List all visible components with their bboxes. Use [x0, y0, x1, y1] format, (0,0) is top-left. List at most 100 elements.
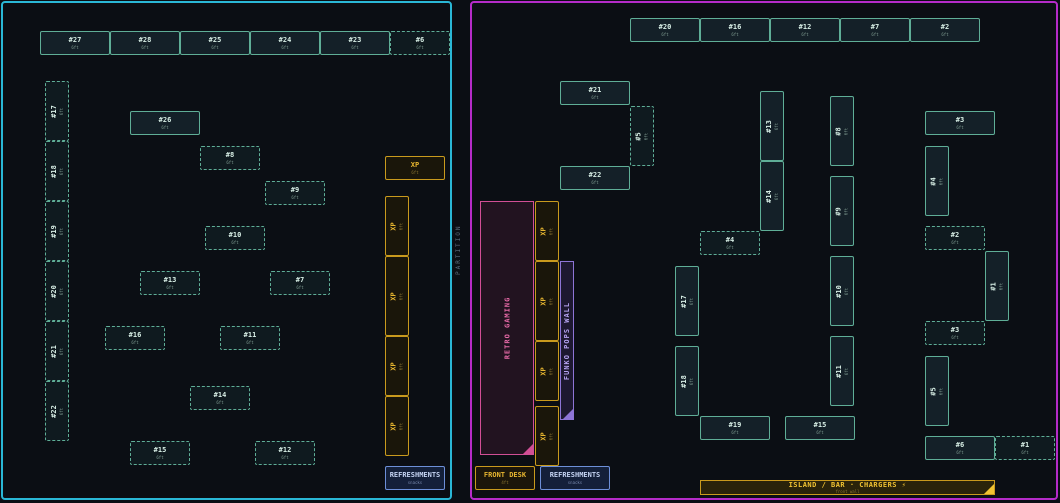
table-number: #1: [1020, 440, 1030, 449]
table-3-b[interactable]: #3 6ft: [925, 321, 985, 345]
resize-handle-icon[interactable]: [523, 444, 533, 454]
table-20[interactable]: #20 6ft: [630, 18, 700, 42]
table-3[interactable]: #3 6ft: [925, 111, 995, 135]
table-10[interactable]: #10 6ft: [205, 226, 265, 250]
table-8[interactable]: #8 6ft: [830, 96, 854, 166]
xp-size: 6ft: [548, 227, 554, 235]
table-size: 6ft: [688, 297, 694, 305]
retro-gaming-zone[interactable]: RETRO GAMING: [480, 201, 534, 455]
table-27[interactable]: #27 6ft: [40, 31, 110, 55]
table-size: 6ft: [141, 44, 149, 50]
table-26[interactable]: #26 6ft: [130, 111, 200, 135]
xp-station[interactable]: XP 6ft: [385, 156, 445, 180]
table-size: 6ft: [941, 31, 949, 37]
table-7[interactable]: #7 6ft: [270, 271, 330, 295]
table-number: #13: [163, 275, 177, 284]
table-5-vertical[interactable]: #5 6ft: [630, 106, 654, 166]
table-14[interactable]: #14 6ft: [760, 161, 784, 231]
table-16[interactable]: #16 6ft: [700, 18, 770, 42]
table-size: 6ft: [71, 44, 79, 50]
table-9[interactable]: #9 6ft: [830, 176, 854, 246]
table-size: 6ft: [938, 177, 944, 185]
refreshments-right[interactable]: REFRESHMENTS snacks: [540, 466, 610, 490]
table-2-b[interactable]: #2 6ft: [925, 226, 985, 250]
table-number: #16: [728, 22, 742, 31]
table-22[interactable]: #22 6ft: [560, 166, 630, 190]
table-7[interactable]: #7 6ft: [840, 18, 910, 42]
table-19[interactable]: #19 6ft: [45, 201, 69, 261]
table-size: 6ft: [281, 454, 289, 460]
table-11[interactable]: #11 6ft: [830, 336, 854, 406]
table-12[interactable]: #12 6ft: [770, 18, 840, 42]
front-desk[interactable]: FRONT DESK 4ft: [475, 466, 535, 490]
table-13[interactable]: #13 6ft: [760, 91, 784, 161]
table-size: 6ft: [291, 194, 299, 200]
table-12[interactable]: #12 6ft: [255, 441, 315, 465]
table-19[interactable]: #19 6ft: [700, 416, 770, 440]
table-1[interactable]: #1 6ft: [995, 436, 1055, 460]
table-17[interactable]: #17 6ft: [675, 266, 699, 336]
xp-station[interactable]: XP 6ft: [385, 336, 409, 396]
table-number: #9: [834, 206, 843, 216]
resize-handle-icon[interactable]: [563, 409, 573, 419]
table-13[interactable]: #13 6ft: [140, 271, 200, 295]
table-11[interactable]: #11 6ft: [220, 326, 280, 350]
xp-station[interactable]: XP 6ft: [385, 256, 409, 336]
table-16[interactable]: #16 6ft: [105, 326, 165, 350]
table-size: 6ft: [281, 44, 289, 50]
xp-station[interactable]: XP 6ft: [535, 261, 559, 341]
table-9[interactable]: #9 6ft: [265, 181, 325, 205]
table-number: #26: [158, 115, 172, 124]
table-10[interactable]: #10 6ft: [830, 256, 854, 326]
table-28[interactable]: #28 6ft: [110, 31, 180, 55]
table-21[interactable]: #21 6ft: [45, 321, 69, 381]
table-number: #5: [634, 131, 643, 141]
xp-size: 6ft: [548, 432, 554, 440]
table-20[interactable]: #20 6ft: [45, 261, 69, 321]
table-1-vertical[interactable]: #1 6ft: [985, 251, 1009, 321]
table-number: #14: [764, 189, 773, 203]
table-14[interactable]: #14 6ft: [190, 386, 250, 410]
table-size: 6ft: [161, 124, 169, 130]
table-21[interactable]: #21 6ft: [560, 81, 630, 105]
xp-station[interactable]: XP 6ft: [385, 396, 409, 456]
xp-size: 6ft: [548, 297, 554, 305]
resize-handle-icon[interactable]: [984, 484, 994, 494]
xp-station[interactable]: XP 6ft: [385, 196, 409, 256]
table-6[interactable]: #6 6ft: [925, 436, 995, 460]
table-6[interactable]: #6 6ft: [390, 31, 450, 55]
table-number: #19: [728, 420, 742, 429]
refreshments-left[interactable]: REFRESHMENTS snacks: [385, 466, 445, 490]
xp-station[interactable]: XP 6ft: [535, 201, 559, 261]
table-number: #10: [228, 230, 242, 239]
table-18[interactable]: #18 6ft: [675, 346, 699, 416]
table-2[interactable]: #2 6ft: [910, 18, 980, 42]
table-22[interactable]: #22 6ft: [45, 381, 69, 441]
table-number: #23: [348, 35, 362, 44]
table-5-b[interactable]: #5 6ft: [925, 356, 949, 426]
table-size: 6ft: [591, 179, 599, 185]
table-4-vertical[interactable]: #4 6ft: [925, 146, 949, 216]
table-17[interactable]: #17 6ft: [45, 81, 69, 141]
island-bar-chargers[interactable]: ISLAND / BAR · CHARGERS ⚡ front wall: [700, 480, 995, 495]
table-18[interactable]: #18 6ft: [45, 141, 69, 201]
xp-label: XP: [539, 366, 548, 376]
table-15[interactable]: #15 6ft: [785, 416, 855, 440]
table-size: 6ft: [58, 347, 64, 355]
table-size: 6ft: [773, 122, 779, 130]
xp-label: XP: [389, 221, 398, 231]
table-23[interactable]: #23 6ft: [320, 31, 390, 55]
table-number: #2: [940, 22, 950, 31]
table-size: 6ft: [843, 287, 849, 295]
funko-pops-wall-zone[interactable]: FUNKO POPS WALL: [560, 261, 574, 420]
xp-station[interactable]: XP 6ft: [535, 341, 559, 401]
table-15[interactable]: #15 6ft: [130, 441, 190, 465]
table-number: #8: [834, 126, 843, 136]
xp-station[interactable]: XP 6ft: [535, 406, 559, 466]
table-size: 6ft: [1021, 449, 1029, 455]
table-24[interactable]: #24 6ft: [250, 31, 320, 55]
table-8[interactable]: #8 6ft: [200, 146, 260, 170]
table-25[interactable]: #25 6ft: [180, 31, 250, 55]
table-number: #11: [243, 330, 257, 339]
table-4[interactable]: #4 6ft: [700, 231, 760, 255]
